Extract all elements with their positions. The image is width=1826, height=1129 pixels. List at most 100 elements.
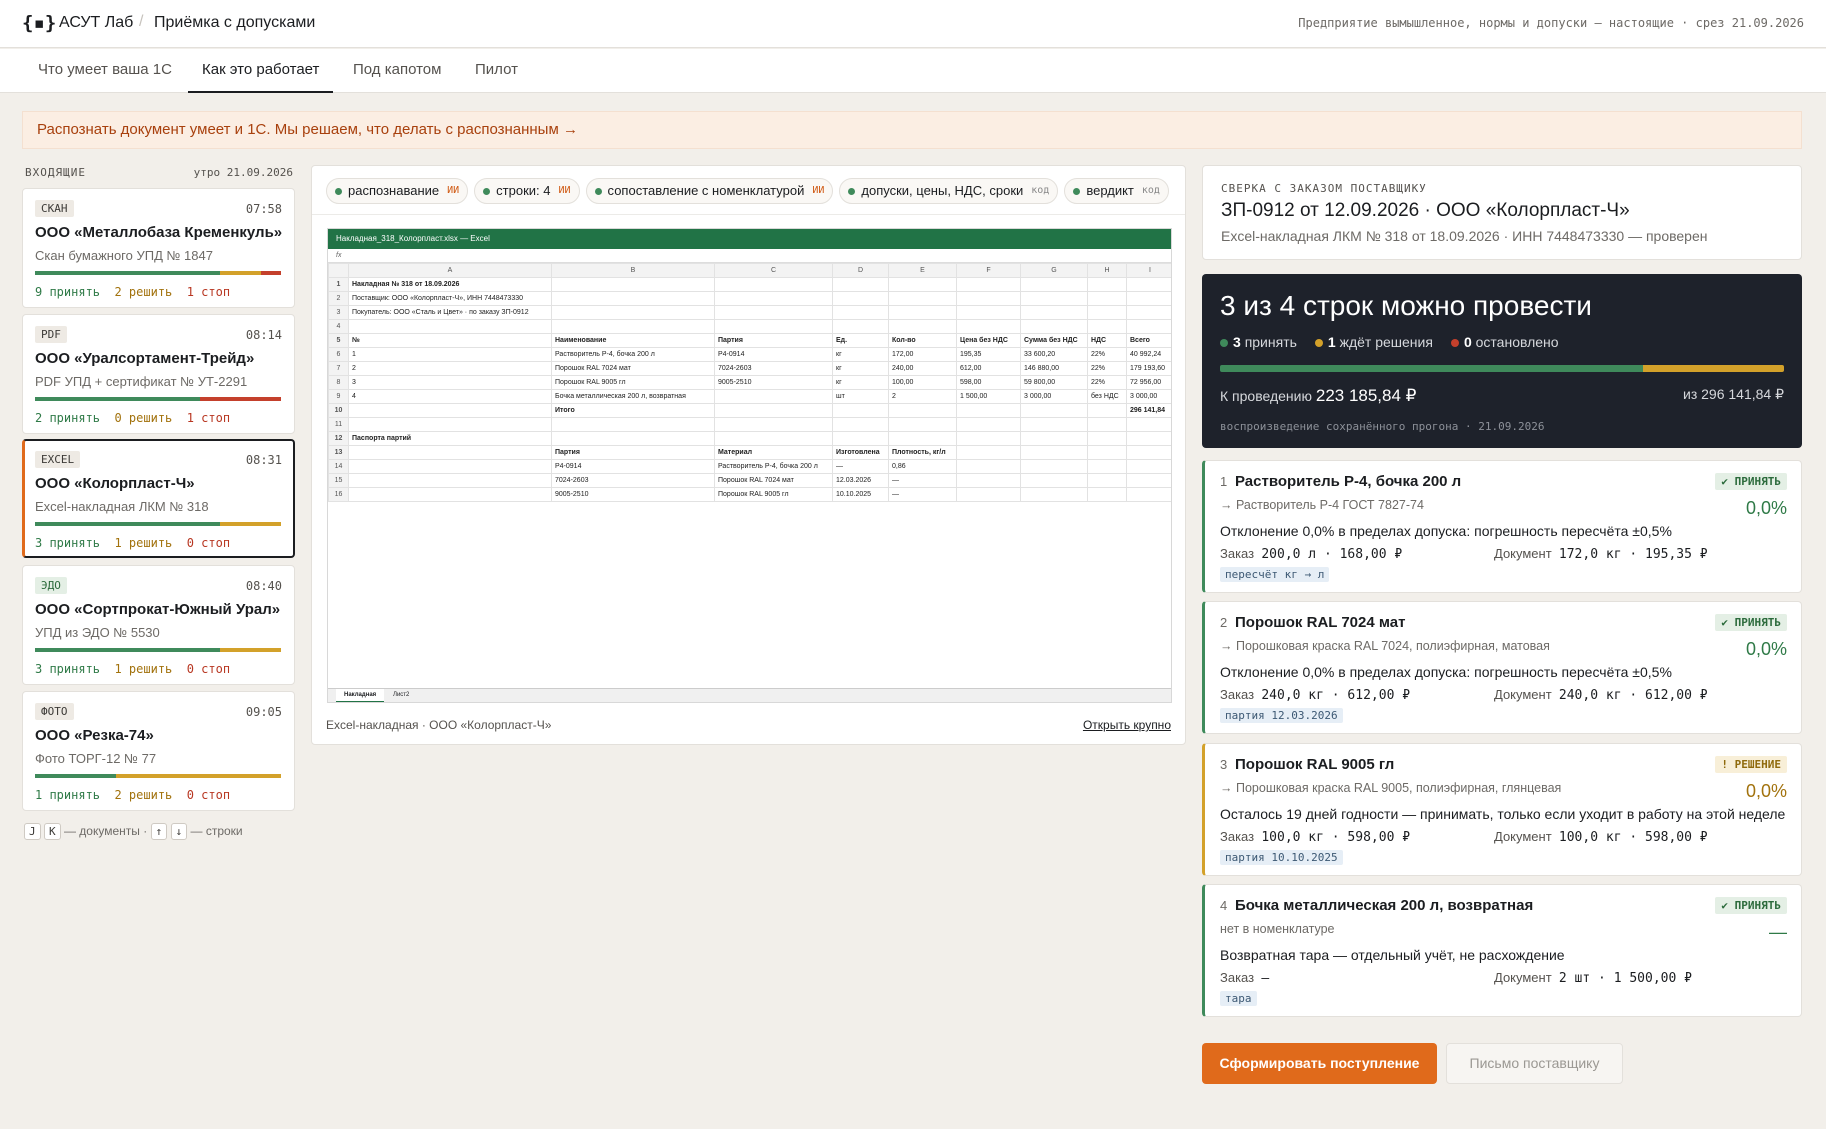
excel-cell: 4 xyxy=(348,389,552,404)
excel-cell: Р4-0914 xyxy=(551,459,715,474)
inbox-header: ВХОДЯЩИЕ утро 21.09.2026 xyxy=(25,166,293,179)
verdict-progress-bar xyxy=(1220,365,1784,372)
excel-row: 16 9005-2510 Порошок RAL 9005 гл 10.10.2025… xyxy=(328,487,1171,502)
excel-cell: 3 000,00 xyxy=(1126,389,1171,404)
line-number: 2 xyxy=(1220,615,1228,630)
excel-cell xyxy=(1087,431,1127,446)
excel-cell xyxy=(888,277,957,292)
order-values: Заказ 100,0 кг · 598,00 ₽ xyxy=(1220,829,1411,845)
count-stop: 1 стоп xyxy=(186,285,231,299)
doc-title: ООО «Уралсортамент-Трейд» xyxy=(35,350,255,367)
document-values: Документ 172,0 кг · 195,35 ₽ xyxy=(1494,546,1708,562)
order-subtitle: Excel-накладная ЛКМ № 318 от 18.09.2026 … xyxy=(1221,228,1708,244)
create-receipt-button[interactable]: Сформировать поступление xyxy=(1202,1043,1437,1084)
excel-row: 12 Паспорта партий xyxy=(328,431,1171,446)
key-up: ↑ xyxy=(150,823,168,840)
step-chip[interactable]: сопоставление с номенклатурой ИИ xyxy=(585,178,834,204)
excel-preview[interactable]: Накладная_318_Колорпласт.xlsx — Excel fx… xyxy=(327,228,1172,703)
inbox-time: утро 21.09.2026 xyxy=(193,166,293,179)
sheet-tab[interactable]: Лист2 xyxy=(385,689,417,702)
tab-under-the-hood[interactable]: Под капотом xyxy=(339,49,455,93)
step-chip[interactable]: строки: 4 ИИ xyxy=(474,178,580,204)
column-header-cell: I xyxy=(1126,263,1171,278)
excel-cell: кг xyxy=(832,361,889,376)
step-chip[interactable]: допуски, цены, НДС, сроки код xyxy=(839,178,1059,204)
row-number: 3 xyxy=(328,305,349,320)
row-number: 8 xyxy=(328,375,349,390)
inbox-doc[interactable]: ФОТО 09:05 ООО «Резка-74» Фото ТОРГ-12 №… xyxy=(22,691,295,811)
excel-cell xyxy=(551,305,715,320)
column-header-cell: F xyxy=(956,263,1021,278)
doc-title: ООО «Сортпрокат-Южный Урал» xyxy=(35,601,281,618)
column-header-cell: C xyxy=(714,263,833,278)
order-reconciliation-card: СВЕРКА С ЗАКАЗОМ ПОСТАВЩИКУ ЗП-0912 от 1… xyxy=(1202,165,1802,260)
step-chip[interactable]: распознавание ИИ xyxy=(326,178,469,204)
excel-row: 8 3 Порошок RAL 9005 гл 9005-2510 кг 100,00 59… xyxy=(328,375,1171,390)
excel-cell: 22% xyxy=(1087,361,1127,376)
info-banner[interactable]: Распознать документ умеет и 1С. Мы решае… xyxy=(22,111,1802,149)
doc-status-bar xyxy=(35,522,281,526)
inbox-doc-selected[interactable]: EXCEL 08:31 ООО «Колорпласт-Ч» Excel-нак… xyxy=(22,439,295,558)
excel-cell: кг xyxy=(832,347,889,362)
excel-cell: Сумма без НДС xyxy=(1020,333,1088,348)
count-stop: 0 стоп xyxy=(186,662,231,676)
doc-counts: 1 принять 2 решить 0 стоп xyxy=(35,788,230,802)
count-decide: 2 решить xyxy=(114,285,173,299)
excel-cell xyxy=(956,319,1021,334)
excel-cell xyxy=(956,487,1021,502)
tab-pilot[interactable]: Пилот xyxy=(461,49,532,93)
row-number: 5 xyxy=(328,333,349,348)
app-name[interactable]: АСУТ Лаб xyxy=(59,14,133,32)
order-values: Заказ 240,0 кг · 612,00 ₽ xyxy=(1220,687,1411,703)
line-card[interactable]: 1 Растворитель Р-4, бочка 200 л ✔ ПРИНЯТ… xyxy=(1202,460,1802,593)
excel-row: 9 4 Бочка металлическая 200 л, возвратная ш… xyxy=(328,389,1171,404)
inbox-doc[interactable]: PDF 08:14 ООО «Уралсортамент-Трейд» PDF … xyxy=(22,314,295,434)
deviation-value: 0,0% xyxy=(1745,498,1787,518)
excel-row: 4 xyxy=(328,319,1171,334)
status-badge: ✔ ПРИНЯТЬ xyxy=(1715,897,1787,914)
line-card[interactable]: 3 Порошок RAL 9005 гл ! РЕШЕНИЕ 0,0% → П… xyxy=(1202,743,1802,876)
excel-cell: Партия xyxy=(551,445,715,460)
line-explanation: Возвратная тара — отдельный учёт, не рас… xyxy=(1220,947,1565,963)
nomenclature-match: → Растворитель Р-4 ГОСТ 7827-74 xyxy=(1220,498,1424,512)
column-header-cell: A xyxy=(348,263,552,278)
letter-to-supplier-button[interactable]: Письмо поставщику xyxy=(1446,1043,1623,1084)
nomenclature-match: → Порошковая краска RAL 9005, полиэфирна… xyxy=(1220,781,1562,795)
column-header-cell: H xyxy=(1087,263,1127,278)
open-large-link[interactable]: Открыть крупно xyxy=(1083,718,1171,732)
excel-cell xyxy=(1087,291,1127,306)
excel-row: 1 Накладная № 318 от 18.09.2026 xyxy=(328,277,1171,292)
document-values: Документ 100,0 кг · 598,00 ₽ xyxy=(1494,829,1708,845)
doc-counts: 3 принять 1 решить 0 стоп xyxy=(35,662,230,676)
line-card[interactable]: 4 Бочка металлическая 200 л, возвратная … xyxy=(1202,884,1802,1017)
inbox-doc[interactable]: СКАН 07:58 ООО «Металлобаза Кременкуль» … xyxy=(22,188,295,308)
excel-cell xyxy=(1020,431,1088,446)
excel-row: 6 1 Растворитель Р-4, бочка 200 л Р4-0914 кг… xyxy=(328,347,1171,362)
app-logo[interactable]: {▪} xyxy=(22,12,56,34)
excel-cell xyxy=(1126,319,1171,334)
step-label: вердикт xyxy=(1086,183,1134,198)
sheet-tab[interactable]: Накладная xyxy=(336,689,385,702)
excel-cell xyxy=(888,431,957,446)
excel-cell xyxy=(1020,459,1088,474)
tab-capabilities[interactable]: Что умеет ваша 1С xyxy=(24,49,186,93)
tab-how-it-works[interactable]: Как это работает xyxy=(188,49,334,93)
excel-cell xyxy=(714,291,833,306)
excel-row: 11 xyxy=(328,417,1171,432)
excel-cell xyxy=(1020,291,1088,306)
excel-row: 13 Партия Материал Изготовлена Плотность, кг… xyxy=(328,445,1171,460)
row-number: 12 xyxy=(328,431,349,446)
inbox-doc[interactable]: ЭДО 08:40 ООО «Сортпрокат-Южный Урал» УП… xyxy=(22,565,295,685)
excel-cell xyxy=(888,417,957,432)
excel-cell xyxy=(956,305,1021,320)
excel-cell xyxy=(714,277,833,292)
excel-cell: 1 500,00 xyxy=(956,389,1021,404)
line-explanation: Осталось 19 дней годности — принимать, т… xyxy=(1220,806,1786,822)
step-chip[interactable]: вердикт код xyxy=(1064,178,1169,204)
line-card[interactable]: 2 Порошок RAL 7024 мат ✔ ПРИНЯТЬ 0,0% → … xyxy=(1202,601,1802,734)
doc-type-tag: ЭДО xyxy=(35,577,67,594)
row-number: 9 xyxy=(328,389,349,404)
verdict-panel: 3 из 4 строк можно провести 3 принять 1 … xyxy=(1202,274,1802,448)
excel-cell xyxy=(832,305,889,320)
key-k: K xyxy=(43,823,61,840)
